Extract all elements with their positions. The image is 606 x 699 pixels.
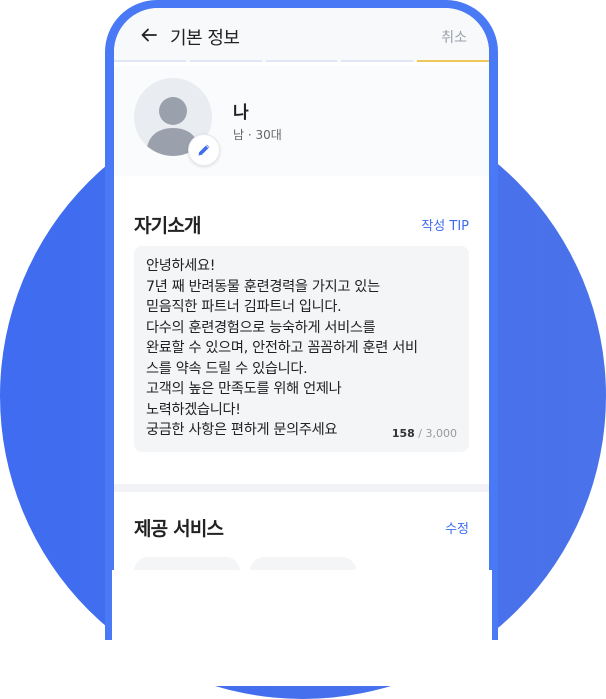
intro-text: 안녕하세요! 7년 째 반려동물 훈련경력을 가지고 있는 믿음직한 파트너 김…: [146, 256, 462, 441]
pencil-icon: [198, 144, 210, 156]
char-limit: / 3,000: [418, 427, 457, 440]
phone-screen: 기본 정보 취소 나 남 · 30대 자기소개 작성 TIP 안녕하세요! 7년…: [114, 8, 489, 570]
intro-line: 안녕하세요!: [146, 258, 216, 274]
edit-photo-button[interactable]: [188, 134, 220, 166]
progress-step: [265, 60, 338, 62]
progress-step: [189, 60, 262, 62]
writing-tip-link[interactable]: 작성 TIP: [421, 215, 469, 234]
profile-name: 나: [233, 103, 249, 123]
intro-line: 믿음직한 파트너 김파트너 입니다.: [146, 299, 342, 315]
cancel-button[interactable]: 취소: [441, 27, 467, 47]
progress-step-active: [417, 60, 489, 62]
service-chip[interactable]: [250, 557, 356, 570]
step-progress-bar: [114, 60, 489, 62]
bottom-fade: [112, 570, 492, 686]
intro-line: 고객의 높은 만족도를 위해 언제나: [146, 381, 342, 397]
profile-meta: 남 · 30대: [233, 128, 282, 142]
top-bar: 기본 정보 취소: [114, 8, 489, 62]
edit-services-button[interactable]: 수정: [445, 518, 469, 537]
intro-line: 7년 째 반려동물 훈련경력을 가지고 있는: [146, 278, 380, 295]
services-title: 제공 서비스: [134, 518, 224, 540]
progress-step: [341, 60, 414, 62]
progress-step: [114, 60, 186, 62]
char-count: 158: [391, 427, 415, 440]
page-title: 기본 정보: [170, 28, 240, 49]
section-divider: [114, 484, 489, 492]
intro-line: 노력하겠습니다!: [146, 401, 241, 418]
back-arrow-icon[interactable]: [140, 26, 158, 44]
intro-textarea[interactable]: 안녕하세요! 7년 째 반려동물 훈련경력을 가지고 있는 믿음직한 파트너 김…: [134, 246, 469, 452]
intro-line: 스를 약속 드릴 수 있습니다.: [146, 360, 308, 377]
intro-line: 다수의 훈련경험으로 능숙하게 서비스를: [146, 319, 376, 336]
char-counter: 158 / 3,000: [392, 427, 457, 440]
intro-title: 자기소개: [134, 215, 202, 237]
service-chip[interactable]: [134, 557, 240, 570]
intro-line: 완료할 수 있으며, 안전하고 꼼꼼하게 훈련 서비: [146, 340, 418, 356]
profile-section: 나 남 · 30대: [114, 66, 489, 176]
